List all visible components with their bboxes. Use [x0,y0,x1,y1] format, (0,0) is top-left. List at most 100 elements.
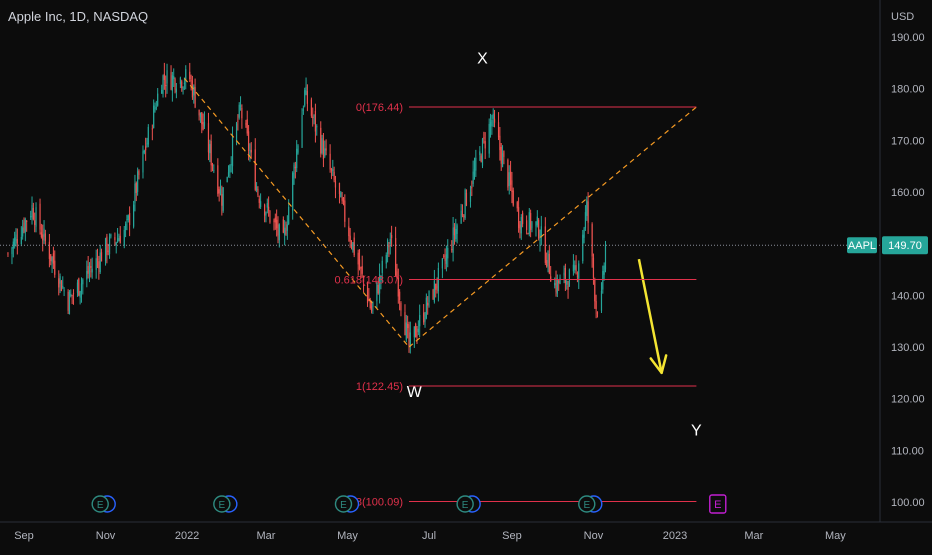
candle-body [165,85,167,87]
candle-body [567,285,569,290]
candle-body [182,87,184,90]
candle-body [104,238,107,262]
candle-body [555,278,557,292]
candle-body [254,149,256,190]
price-tick-label: 180.00 [891,84,925,96]
candle-body [407,323,409,329]
candle-body [124,224,127,230]
candle-body [98,261,100,269]
currency-label: USD [891,11,914,23]
earnings-marker[interactable]: E [91,495,116,513]
chart-container[interactable]: XWY 0(176.44) 0.618(143.07) 1(122.45) 1.618… [0,0,932,550]
candle-body [595,301,597,310]
candle-body [465,192,468,206]
candle-body [519,224,521,230]
candle-body [501,153,504,168]
candle-body [399,291,401,300]
candle-body [472,171,474,184]
candle-body [222,187,224,211]
wave-label-x: X [477,51,488,68]
candle-body [500,147,502,164]
earnings-marker[interactable]: E [213,495,238,513]
candle-body [296,148,298,169]
candle-body [255,186,258,191]
candle-body [199,112,202,118]
candle-body [456,225,458,235]
candle-body [179,77,182,85]
candle-body [260,201,262,207]
candle-body [129,213,131,226]
candle-body [175,88,177,93]
candle-body [475,157,477,171]
candle-body [162,75,164,95]
candle-body [135,182,137,194]
candle-body [246,119,248,134]
candle-body [604,245,607,270]
candle-body [51,257,53,262]
candle-body [424,318,426,322]
candle-body [201,112,203,125]
candle-body [147,126,149,145]
candle-body [157,93,159,106]
price-chart[interactable]: XWY 0(176.44)0.618(143.07)1(122.45)1.618… [0,0,932,550]
candle-body [198,109,200,116]
earnings-label: E [97,500,104,511]
candle-body [235,123,238,142]
candle-body [91,268,93,273]
candle-body [146,142,148,147]
candle-body [559,277,561,284]
candle-body [408,324,410,347]
earnings-marker[interactable]: E [334,495,360,513]
candle-body [572,264,575,272]
candle-body [278,224,280,241]
earnings-marker[interactable]: E [456,495,481,513]
candle-body [433,280,435,302]
candle-body [531,222,533,229]
candle-body [312,116,314,118]
candle-body [554,283,556,286]
candle-body [221,194,223,206]
candle-body [265,212,267,216]
candle-body [241,107,243,119]
candle-body [76,282,79,293]
candle-body [306,90,308,104]
candle-body [342,198,345,202]
price-axis[interactable] [881,0,932,522]
candle-body [508,172,510,186]
candle-body [86,270,88,280]
time-tick-label: Sep [14,530,34,542]
candle-body [153,105,155,128]
candle-body [530,213,532,230]
candle-body [213,170,215,172]
candle-body [288,206,290,225]
candle-body [435,283,437,290]
candle-body [126,219,128,221]
candle-body [575,265,577,272]
candle-body [526,220,528,231]
candle-body [14,237,16,246]
earnings-marker[interactable]: E [578,495,603,513]
candle-body [391,234,393,239]
candle-body [276,219,278,229]
candle-body [481,139,484,166]
candle-body [353,237,355,256]
earnings-label: E [714,499,721,511]
candle-body [217,165,219,194]
time-tick-label: Nov [584,530,604,542]
candle-body [173,76,175,79]
fib-level-label: 0(176.44) [356,102,403,114]
candle-body [417,328,419,333]
time-tick-label: May [825,530,846,542]
candle-body [536,216,538,226]
candle-body [314,110,317,132]
earnings-label: E [219,500,226,511]
candle-body [443,255,445,257]
candle-body [119,235,121,244]
candle-body [594,279,596,302]
candle-body [582,234,584,262]
candle-body [366,283,369,304]
candle-body [95,258,97,270]
candle-body [558,280,560,284]
candle-body [48,241,50,259]
candle-body [24,219,26,233]
